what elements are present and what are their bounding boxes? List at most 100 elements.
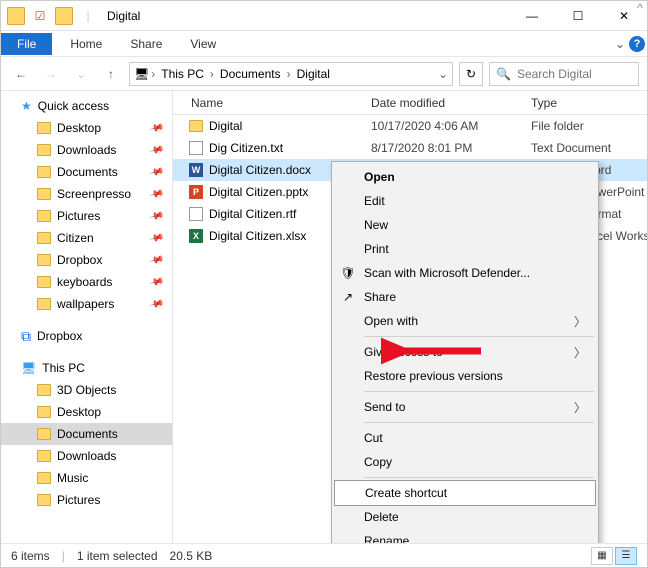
status-bar: 6 items | 1 item selected 20.5 KB ▦ ☰ [1,543,647,567]
view-large-icons-button[interactable]: ▦ [591,547,613,565]
tab-home[interactable]: Home [56,33,116,55]
nav-pinned-item[interactable]: Pictures📌 [1,205,172,227]
folder-icon [37,254,51,266]
chevron-right-icon: 〉 [574,344,586,361]
folder-icon [37,450,51,462]
menu-item[interactable]: ↗Share [334,285,596,309]
breadcrumb[interactable]: 🖥 › This PC › Documents › Digital ⌄ [129,62,453,86]
refresh-button[interactable]: ↻ [459,62,483,86]
menu-item[interactable]: Print [334,237,596,261]
view-details-button[interactable]: ☰ [615,547,637,565]
column-headers[interactable]: Name Date modified Type [173,91,647,115]
folder-icon [37,144,51,156]
menu-item[interactable]: Give access to〉 [334,340,596,364]
menu-item[interactable]: Create shortcut [334,480,596,506]
folder-icon [37,384,51,396]
search-icon: 🔍 [496,67,511,81]
crumb-seg[interactable]: Digital [293,67,334,81]
txt-icon [187,141,205,155]
menu-separator [364,422,594,423]
qat-dropdown-icon[interactable] [55,7,73,25]
folder-icon [187,120,205,132]
file-row[interactable]: Digital10/17/2020 4:06 AMFile folder [173,115,647,137]
nav-pinned-item[interactable]: Citizen📌 [1,227,172,249]
pin-icon: 📌 [148,230,164,246]
menu-item[interactable]: Edit [334,189,596,213]
maximize-button[interactable]: ☐ [555,1,601,31]
pin-icon: 📌 [148,186,164,202]
nav-pc-child[interactable]: Pictures [1,489,172,511]
menu-item[interactable]: Open with〉 [334,309,596,333]
nav-this-pc[interactable]: 🖥 This PC [1,357,172,379]
ribbon-expand-icon[interactable]: ⌄ [615,37,625,51]
menu-item-label: Create shortcut [365,486,447,500]
nav-pinned-item[interactable]: Screenpresso📌 [1,183,172,205]
help-icon[interactable]: ? [629,36,645,52]
nav-pinned-item[interactable]: Desktop📌 [1,117,172,139]
nav-pinned-item[interactable]: Dropbox📌 [1,249,172,271]
nav-pc-child[interactable]: Desktop [1,401,172,423]
nav-up-button[interactable]: ↑ [99,62,123,86]
crumb-dropdown-icon[interactable]: ⌄ [438,67,448,81]
folder-icon [37,210,51,222]
menu-item[interactable]: Cut [334,426,596,450]
menu-item[interactable]: Send to〉 [334,395,596,419]
file-type: File folder [531,119,647,133]
nav-pinned-item[interactable]: Documents📌 [1,161,172,183]
tab-file[interactable]: File [1,33,52,55]
search-placeholder: Search Digital [517,67,592,81]
navigation-pane: ^ ★ Quick access Desktop📌Downloads📌Docum… [1,91,173,545]
dropbox-icon: ⧉ [21,328,31,345]
nav-pinned-item[interactable]: keyboards📌 [1,271,172,293]
col-date[interactable]: Date modified [371,96,531,110]
menu-separator [364,336,594,337]
pin-icon: 📌 [148,142,164,158]
minimize-button[interactable]: — [509,1,555,31]
qat-separator: | [79,7,97,25]
folder-icon [37,188,51,200]
menu-item[interactable]: Restore previous versions [334,364,596,388]
menu-item-label: Print [364,242,389,256]
nav-pinned-item[interactable]: Downloads📌 [1,139,172,161]
tab-view[interactable]: View [176,33,230,55]
tab-share[interactable]: Share [116,33,176,55]
nav-forward-button[interactable]: → [39,62,63,86]
crumb-seg[interactable]: This PC [157,67,208,81]
file-date: 10/17/2020 4:06 AM [371,119,531,133]
nav-dropbox[interactable]: ⧉ Dropbox [1,325,172,347]
nav-pc-child[interactable]: 3D Objects [1,379,172,401]
search-input[interactable]: 🔍 Search Digital [489,62,639,86]
col-name[interactable]: Name [173,96,371,110]
menu-item[interactable]: Copy [334,450,596,474]
menu-item[interactable]: New [334,213,596,237]
folder-icon [37,472,51,484]
nav-pc-child[interactable]: Music [1,467,172,489]
pin-icon: 📌 [148,208,164,224]
nav-pinned-item[interactable]: wallpapers📌 [1,293,172,315]
menu-item-label: Cut [364,431,383,445]
folder-icon [37,276,51,288]
nav-back-button[interactable]: ← [9,62,33,86]
ribbon: File Home Share View ⌄ ? [1,31,647,57]
col-type[interactable]: Type [531,96,647,110]
menu-item-label: Restore previous versions [364,369,503,383]
menu-item[interactable]: Delete [334,505,596,529]
word-icon: W [187,163,205,177]
file-name: Digital [209,119,371,133]
nav-quick-access[interactable]: ★ Quick access [1,95,172,117]
menu-item[interactable]: 🛡Scan with Microsoft Defender... [334,261,596,285]
menu-item[interactable]: Open [334,165,596,189]
qat-properties-icon[interactable]: ☑ [31,7,49,25]
xls-icon: X [187,229,205,243]
menu-item-label: Copy [364,455,392,469]
file-name: Dig Citizen.txt [209,141,371,155]
nav-recent-icon[interactable]: ⌄ [69,62,93,86]
rtf-icon [187,207,205,221]
file-type: Text Document [531,141,647,155]
address-bar: ← → ⌄ ↑ 🖥 › This PC › Documents › Digita… [1,57,647,91]
nav-pc-child[interactable]: Downloads [1,445,172,467]
nav-pc-child[interactable]: Documents [1,423,172,445]
crumb-seg[interactable]: Documents [216,67,285,81]
file-row[interactable]: Dig Citizen.txt8/17/2020 8:01 PMText Doc… [173,137,647,159]
menu-item-label: Send to [364,400,405,414]
